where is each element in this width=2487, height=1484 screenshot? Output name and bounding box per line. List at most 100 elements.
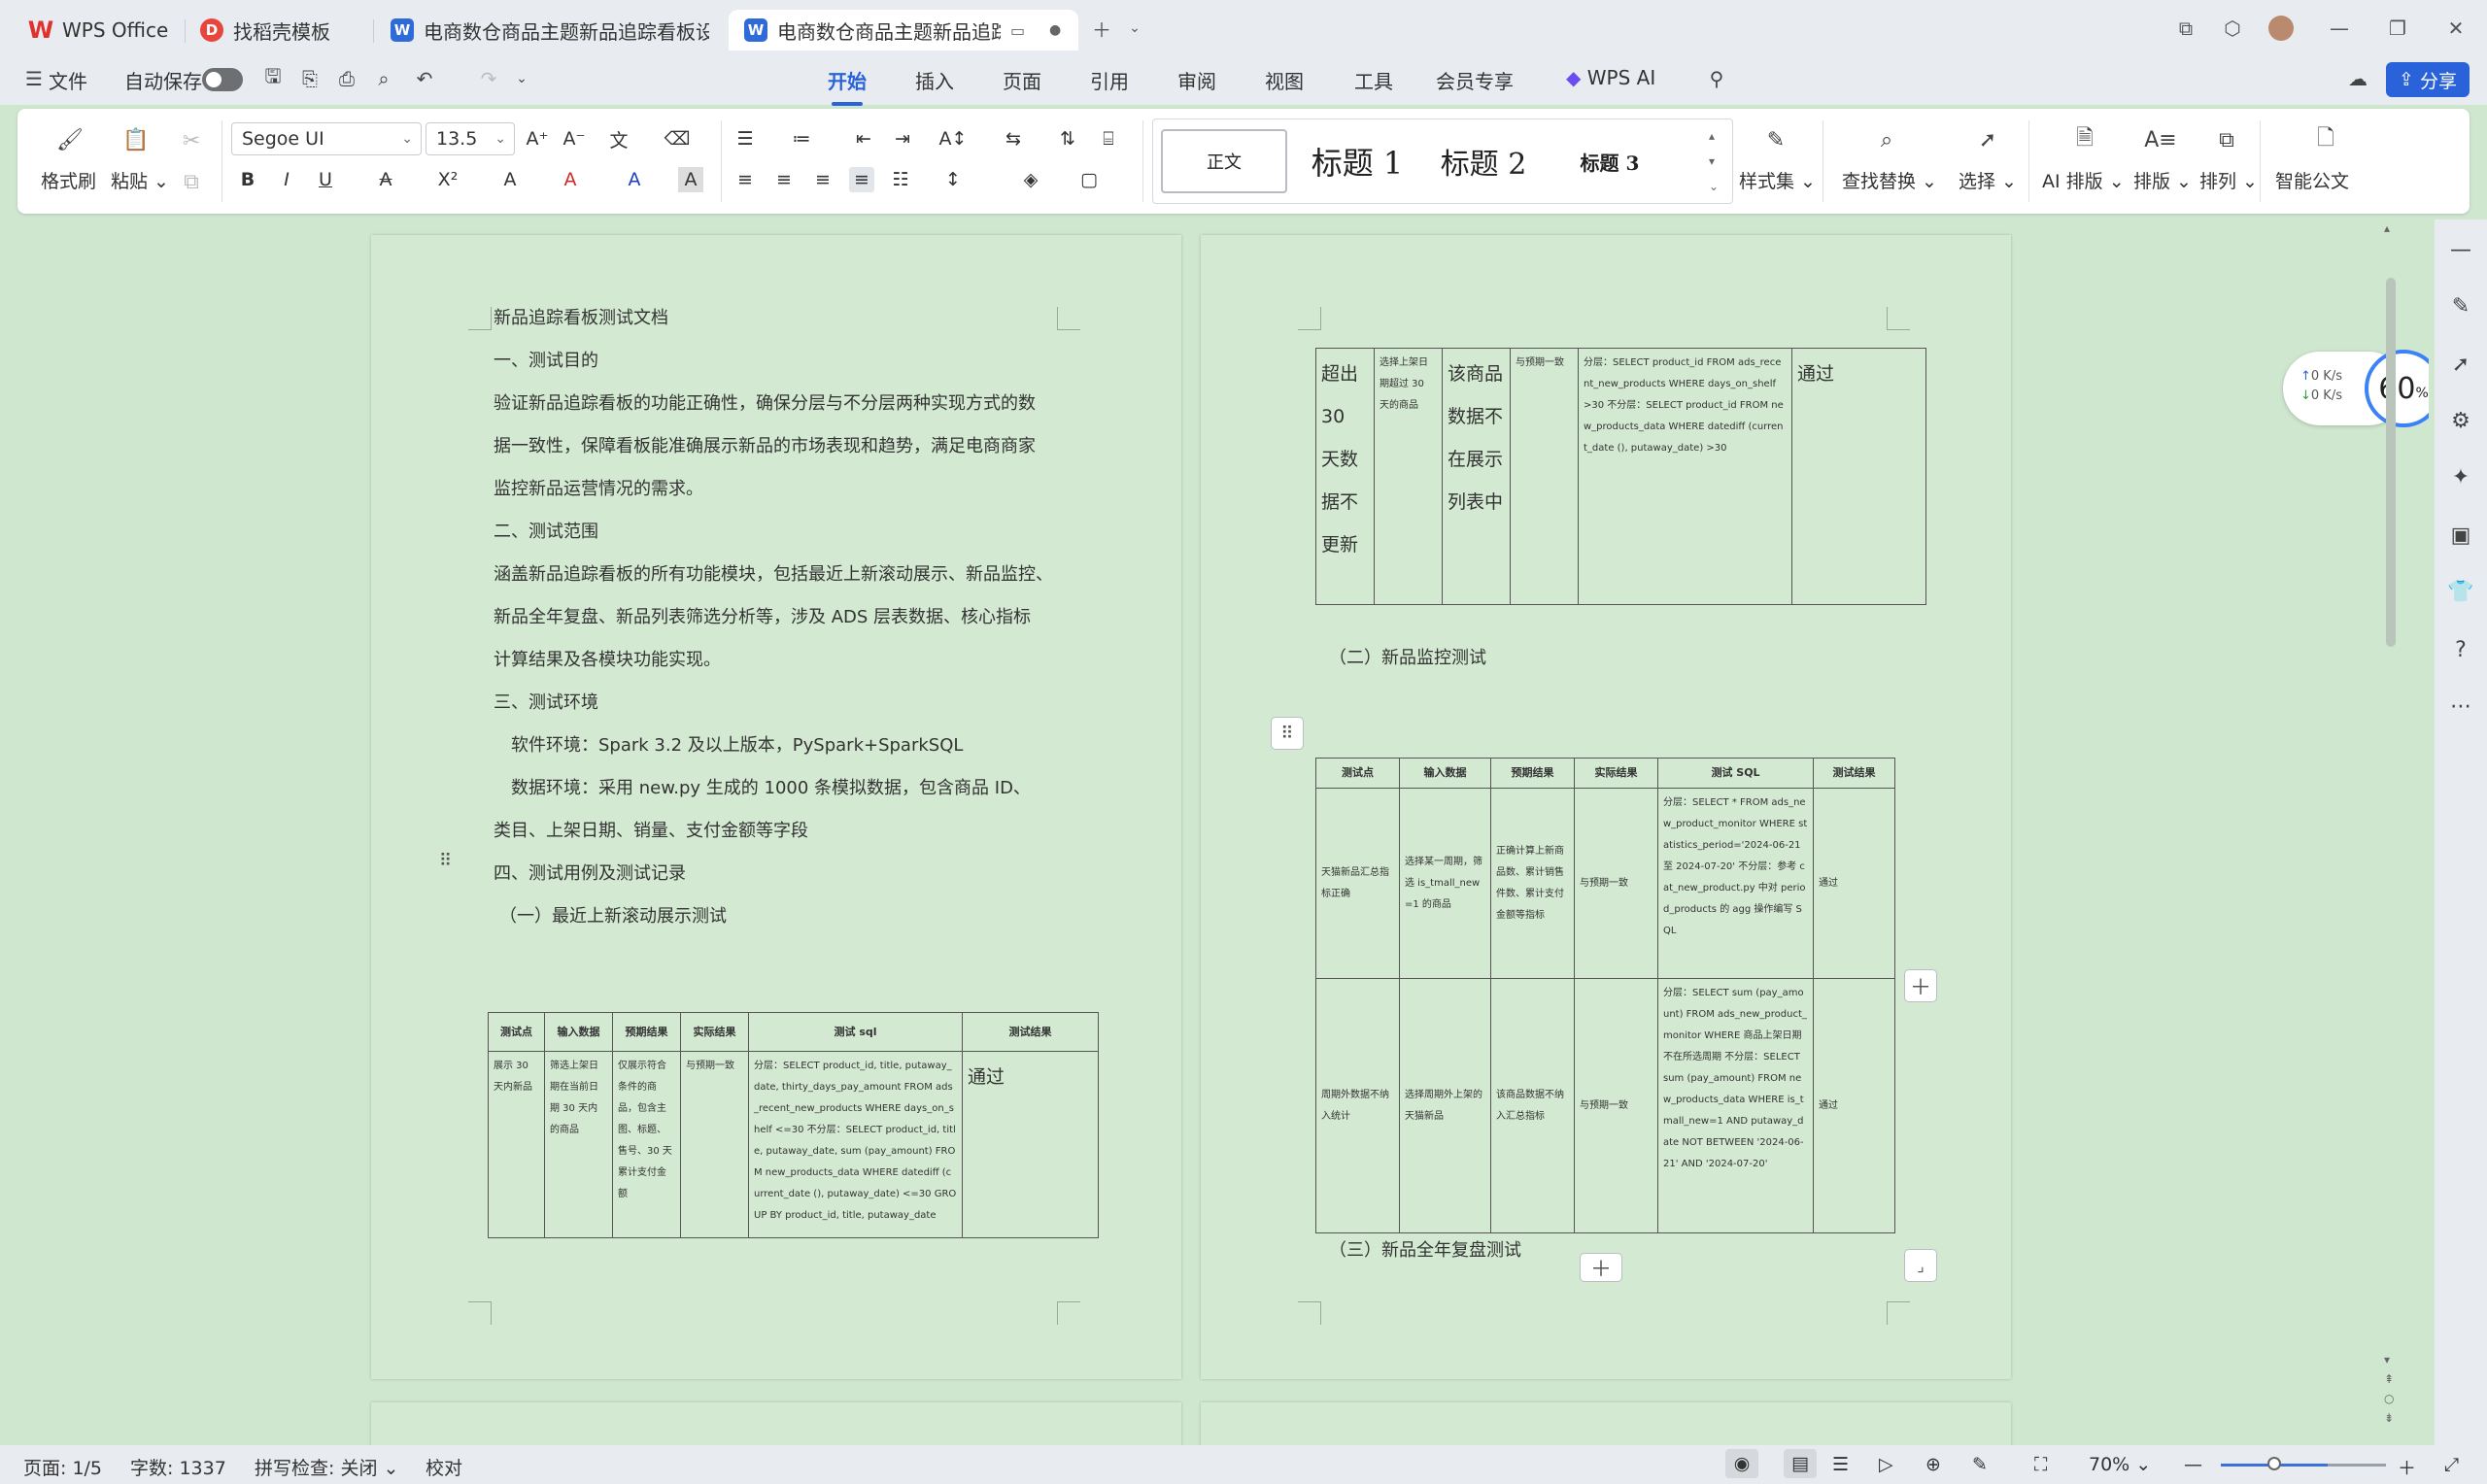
table-cell[interactable]: 展示 30 天内新品 xyxy=(488,1051,545,1238)
table-cell-result[interactable]: 通过 xyxy=(1791,348,1926,605)
style-set-button[interactable]: 样式集 ⌄ xyxy=(1739,167,1816,193)
paste-icon[interactable]: 📋 xyxy=(119,122,153,157)
autosave-toggle[interactable] xyxy=(202,68,243,91)
font-size-select[interactable]: 13.5 ⌄ xyxy=(426,122,515,155)
phonetic-guide-icon[interactable]: 文 xyxy=(606,126,631,152)
web-view-icon[interactable]: ⊕ xyxy=(1925,1454,1941,1475)
format-painter-icon[interactable]: 🖌 xyxy=(52,122,87,157)
tab-references[interactable]: 引用 xyxy=(1090,66,1129,94)
quick-access-more-icon[interactable]: ⌄ xyxy=(507,64,536,93)
style-heading-2[interactable]: 标题 2 xyxy=(1425,129,1542,193)
ai-layout-button[interactable]: AI 排版 ⌄ xyxy=(2042,167,2125,193)
cloud-upload-icon[interactable]: ☁ xyxy=(2343,64,2372,93)
style-heading-1[interactable]: 标题 1 xyxy=(1299,129,1415,193)
tab-member[interactable]: 会员专享 xyxy=(1436,66,1514,94)
bullet-list-icon[interactable]: ☰ xyxy=(732,126,758,152)
arrange-icon[interactable]: ⧉ xyxy=(2209,122,2244,157)
screen-icon[interactable]: ▭ xyxy=(1010,21,1025,40)
table-cell[interactable]: 选择某一周期，筛选 is_tmall_new=1 的商品 xyxy=(1399,788,1491,979)
minimize-icon[interactable]: — xyxy=(2320,12,2359,45)
table-cell-result[interactable]: 通过 xyxy=(1813,788,1895,979)
superscript-icon[interactable]: X² xyxy=(435,167,460,192)
table-cell[interactable]: 天猫新品汇总指标正确 xyxy=(1315,788,1400,979)
tab-document-2-active[interactable]: W 电商数仓商品主题新品追踪看板 ▭ ● xyxy=(729,10,1078,51)
page-view-icon[interactable]: ▤ xyxy=(1784,1449,1817,1478)
style-normal[interactable]: 正文 xyxy=(1161,129,1287,193)
clear-format-icon[interactable]: ⌫ xyxy=(664,126,691,152)
pointer-select-icon[interactable]: ➚ xyxy=(2446,350,2475,379)
table-cell[interactable]: 该商品数据不纳入汇总指标 xyxy=(1490,978,1575,1233)
tab-view[interactable]: 视图 xyxy=(1265,66,1304,94)
align-left-icon[interactable]: ≡ xyxy=(732,167,758,192)
distributed-align-icon[interactable]: ☷ xyxy=(888,167,913,192)
table-cell[interactable]: 与预期一致 xyxy=(1510,348,1579,605)
decrease-indent-icon[interactable]: ⇤ xyxy=(851,126,876,152)
outline-view-icon[interactable]: ☰ xyxy=(1832,1454,1849,1475)
export-icon[interactable]: ⎘ xyxy=(295,64,324,93)
character-shading-icon[interactable]: A xyxy=(678,167,703,192)
window-layout-icon[interactable]: ⧉ xyxy=(2166,12,2205,45)
layout-button[interactable]: 排版 ⌄ xyxy=(2133,167,2192,193)
style-heading-3[interactable]: 标题 3 xyxy=(1551,129,1668,193)
fit-page-icon[interactable]: ⛶ xyxy=(2034,1454,2047,1475)
select-button[interactable]: 选择 ⌄ xyxy=(1959,167,2017,193)
align-right-icon[interactable]: ≡ xyxy=(810,167,835,192)
word-count[interactable]: 字数: 1337 xyxy=(130,1454,226,1480)
table-cell[interactable]: 与预期一致 xyxy=(1574,978,1658,1233)
vertical-scrollbar[interactable]: ▴ ▾ ⇞ ○ ⇟ xyxy=(2384,219,2398,1445)
fullscreen-icon[interactable]: ⤢ xyxy=(2444,1454,2459,1475)
image-edit-icon[interactable]: ▣ xyxy=(2446,521,2475,550)
show-marks-icon[interactable]: ⌸ xyxy=(1096,126,1121,152)
ai-layout-icon[interactable]: 🗎 xyxy=(2067,122,2102,157)
sort-icon[interactable]: ⇅ xyxy=(1055,126,1080,152)
document-page-3-top[interactable] xyxy=(371,1402,1181,1445)
smart-doc-button[interactable]: 智能公文 xyxy=(2275,167,2349,193)
table-cell-result[interactable]: 通过 xyxy=(962,1051,1099,1238)
unsaved-dot-icon[interactable]: ● xyxy=(1049,22,1061,38)
table-move-handle-icon[interactable]: ⠿ xyxy=(1271,717,1304,750)
table-cell[interactable]: 正确计算上新商品数、累计销售件数、累计支付金额等指标 xyxy=(1490,788,1575,979)
tab-page[interactable]: 页面 xyxy=(1003,66,1041,94)
tools-icon[interactable]: ✦ xyxy=(2446,462,2475,491)
numbered-list-icon[interactable]: ≔ xyxy=(789,126,814,152)
cut-icon[interactable]: ✂ xyxy=(177,126,206,155)
share-button[interactable]: ⇪ 分享 xyxy=(2386,62,2470,97)
write-mode-icon[interactable]: ✎ xyxy=(1972,1454,1988,1475)
zoom-level-select[interactable]: 70% ⌄ xyxy=(2089,1454,2151,1475)
tab-insert[interactable]: 插入 xyxy=(915,66,954,94)
spell-check-status[interactable]: 拼写检查: 关闭 ⌄ xyxy=(255,1454,398,1480)
scrollbar-thumb[interactable] xyxy=(2386,278,2396,647)
format-painter-button[interactable]: 格式刷 xyxy=(41,167,96,193)
pen-edit-icon[interactable]: ✎ xyxy=(2446,291,2475,320)
zoom-in-icon[interactable]: ＋ xyxy=(2398,1454,2416,1480)
select-cursor-icon[interactable]: ➚ xyxy=(1970,122,2005,157)
table-cell[interactable]: 选择上架日期超过 30 天的商品 xyxy=(1374,348,1443,605)
line-spacing-options-icon[interactable]: ⇆ xyxy=(1001,126,1026,152)
text-effect-icon[interactable]: A xyxy=(497,167,523,192)
tab-review[interactable]: 审阅 xyxy=(1177,66,1216,94)
more-icon[interactable]: ⋯ xyxy=(2446,691,2475,721)
table-cell-sql[interactable]: 分层：SELECT product_id, title, putaway_dat… xyxy=(748,1051,963,1238)
shirt-icon[interactable]: 👕 xyxy=(2446,577,2475,606)
table-cell[interactable]: 筛选上架日期在当前日期 30 天内的商品 xyxy=(544,1051,613,1238)
document-page-4-top[interactable] xyxy=(1201,1402,2011,1445)
file-menu[interactable]: 文件 xyxy=(49,66,87,94)
font-color-icon[interactable]: A xyxy=(622,167,647,192)
increase-indent-icon[interactable]: ⇥ xyxy=(890,126,915,152)
scroll-page-buttons[interactable]: ▾ ⇞ ○ ⇟ xyxy=(2384,1350,2394,1428)
undo-icon[interactable]: ↶ xyxy=(410,64,439,93)
settings-sliders-icon[interactable]: ⚙ xyxy=(2446,406,2475,435)
smart-doc-icon[interactable]: 🗋 xyxy=(2308,122,2343,157)
tab-tools[interactable]: 工具 xyxy=(1354,66,1393,94)
find-replace-button[interactable]: 查找替换 ⌄ xyxy=(1842,167,1937,193)
paste-button[interactable]: 粘贴 ⌄ xyxy=(111,167,169,193)
tab-wps-ai[interactable]: ◆ WPS AI xyxy=(1566,66,1655,89)
page-count[interactable]: 页面: 1/5 xyxy=(23,1454,102,1480)
table-cell[interactable]: 与预期一致 xyxy=(680,1051,749,1238)
add-row-plus-icon[interactable]: ＋ xyxy=(1580,1253,1622,1282)
line-spacing-icon[interactable]: ↕ xyxy=(940,167,966,192)
zoom-out-icon[interactable]: — xyxy=(2184,1454,2202,1475)
avatar[interactable] xyxy=(2262,12,2300,45)
print-preview-icon[interactable]: ⌕ xyxy=(369,64,398,93)
table-cell-sql[interactable]: 分层：SELECT * FROM ads_new_product_monitor… xyxy=(1657,788,1814,979)
